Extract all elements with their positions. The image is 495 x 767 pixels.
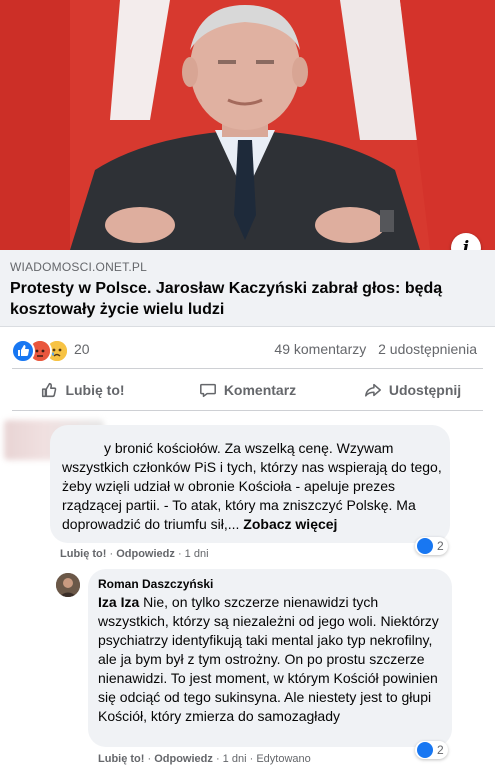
link-preview[interactable]: WIADOMOSCI.ONET.PL Protesty w Polsce. Ja… <box>0 250 495 327</box>
shares-count[interactable]: 2 udostępnienia <box>378 341 477 357</box>
share-button[interactable]: Udostępnij <box>330 373 495 407</box>
article-thumbnail[interactable] <box>0 0 495 250</box>
divider <box>12 410 483 411</box>
thumbs-up-icon <box>42 382 57 398</box>
reply-text: Iza Iza Nie, on tylko szczerze nienawidz… <box>98 594 439 724</box>
like-icon <box>417 742 433 758</box>
like-icon <box>11 339 35 363</box>
reaction-summary[interactable] <box>11 339 71 363</box>
link-domain: WIADOMOSCI.ONET.PL <box>10 260 147 274</box>
speaker-photo <box>0 0 495 250</box>
reply-like-link[interactable]: Lubię to! <box>98 753 144 765</box>
link-title[interactable]: Protesty w Polsce. Jarosław Kaczyński za… <box>10 278 480 320</box>
mention-link[interactable]: Iza Iza <box>98 594 139 610</box>
engagement-counts: 49 komentarzy 2 udostępnienia <box>266 341 477 357</box>
comment-like-link[interactable]: Lubię to! <box>60 548 106 560</box>
post-actions: Lubię to! Komentarz Udostępnij <box>0 373 495 407</box>
edited-label: Edytowano <box>256 753 311 765</box>
like-button[interactable]: Lubię to! <box>0 373 165 407</box>
reply-reply-link[interactable]: Odpowiedz <box>154 753 213 765</box>
like-label: Lubię to! <box>65 382 125 398</box>
reply-meta: Lubię to! · Odpowiedz · 1 dni · Edytowan… <box>98 753 311 765</box>
reply-reactions[interactable]: 2 <box>415 741 448 759</box>
comments-count[interactable]: 49 komentarzy <box>274 341 366 357</box>
post-stats: 20 49 komentarzy 2 udostępnienia <box>0 335 495 365</box>
comment-text: y bronić kościołów. Za wszelką cenę. Wzy… <box>62 440 442 532</box>
divider <box>12 368 483 369</box>
comment-reply-link[interactable]: Odpowiedz <box>116 548 175 560</box>
comment-reactions[interactable]: 2 <box>415 537 448 555</box>
avatar[interactable] <box>56 573 80 597</box>
reply-reaction-count: 2 <box>437 743 444 757</box>
comment-meta: Lubię to! · Odpowiedz · 1 dni <box>60 548 209 560</box>
reply-author[interactable]: Roman Daszczyński <box>98 577 213 591</box>
see-more-link[interactable]: Zobacz więcej <box>243 516 337 532</box>
comment-time[interactable]: 1 dni <box>185 548 209 560</box>
reply-time[interactable]: 1 dni <box>223 753 247 765</box>
share-label: Udostępnij <box>388 382 462 398</box>
comment-label: Komentarz <box>223 382 297 398</box>
comment-bubble: y bronić kościołów. Za wszelką cenę. Wzy… <box>50 425 450 543</box>
comment-icon <box>199 383 216 398</box>
like-icon <box>417 538 433 554</box>
reply-bubble: Roman Daszczyński Iza Iza Nie, on tylko … <box>88 569 452 747</box>
share-icon <box>364 383 381 397</box>
comment-button[interactable]: Komentarz <box>165 373 330 407</box>
comment-reaction-count: 2 <box>437 539 444 553</box>
reaction-count[interactable]: 20 <box>74 341 90 357</box>
